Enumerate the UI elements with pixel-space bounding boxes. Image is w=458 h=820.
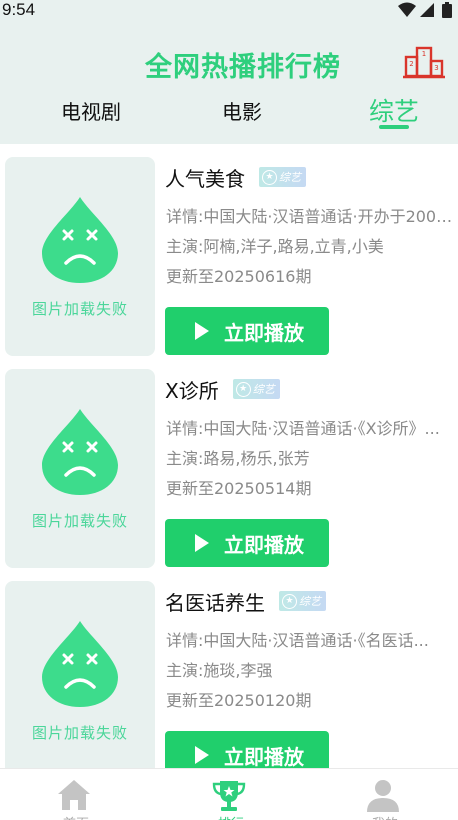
badge-label: 综艺 (299, 595, 321, 608)
svg-text:2: 2 (409, 60, 413, 68)
tab-tv-series[interactable]: 电视剧 (61, 96, 121, 125)
home-icon (58, 780, 90, 810)
play-now-button[interactable]: 立即播放 (165, 731, 329, 768)
category-badge: ★ 综艺 (232, 379, 280, 399)
play-icon (195, 746, 209, 764)
title-row: X诊所 ★ 综艺 (165, 375, 280, 403)
ranking-list[interactable]: 图片加载失败 人气美食 ★ 综艺 详情:中国大陆·汉语普通话·开办于2003..… (0, 144, 458, 768)
signal-icon (420, 3, 434, 17)
trophy-icon (212, 781, 246, 811)
show-details: 详情:中国大陆·汉语普通话·《X诊所》... (166, 419, 440, 438)
user-icon (367, 780, 399, 812)
tab-movies[interactable]: 电影 (222, 96, 262, 125)
nav-ranking[interactable]: 排行 (155, 769, 307, 820)
show-update: 更新至20250120期 (166, 691, 312, 710)
star-icon: ★ (235, 381, 251, 397)
nav-home[interactable]: 首页 (0, 769, 152, 820)
show-details: 详情:中国大陆·汉语普通话·《名医话... (166, 631, 429, 650)
svg-text:3: 3 (434, 64, 438, 72)
broken-image-icon (42, 409, 118, 495)
tab-variety[interactable]: 综艺 (369, 92, 419, 128)
svg-text:1: 1 (422, 50, 426, 58)
poster-error-text: 图片加载失败 (31, 724, 128, 742)
play-button-label: 立即播放 (224, 533, 304, 557)
poster-error-text: 图片加载失败 (31, 300, 128, 318)
active-tab-indicator (379, 125, 409, 129)
header-area: 9:54 全网热播排行榜 1 2 3 电视剧 电影 综艺 (0, 0, 458, 144)
show-cast: 主演:路易,杨乐,张芳 (166, 449, 310, 468)
category-badge: ★ 综艺 (259, 167, 306, 187)
title-row: 名医话养生 ★ 综艺 (165, 587, 326, 615)
list-item[interactable]: 图片加载失败 X诊所 ★ 综艺 详情:中国大陆·汉语普通话·《X诊所》... 主… (0, 356, 458, 568)
badge-label: 综艺 (252, 383, 275, 396)
category-tabs: 电视剧 电影 综艺 (0, 92, 458, 132)
nav-profile[interactable]: 我的 (309, 769, 458, 820)
play-button-label: 立即播放 (224, 321, 304, 345)
app-screen: 9:54 全网热播排行榜 1 2 3 电视剧 电影 综艺 图片加载失败 人气美食… (0, 0, 458, 820)
show-update: 更新至20250514期 (166, 479, 312, 498)
nav-profile-label: 我的 (309, 813, 458, 820)
status-time: 9:54 (2, 0, 36, 19)
show-update: 更新至20250616期 (166, 267, 312, 286)
category-badge: ★ 综艺 (279, 591, 326, 611)
show-details: 详情:中国大陆·汉语普通话·开办于2003... (166, 207, 458, 226)
broken-image-icon (42, 197, 118, 283)
poster-placeholder: 图片加载失败 (5, 157, 155, 356)
play-now-button[interactable]: 立即播放 (165, 307, 329, 355)
poster-placeholder: 图片加载失败 (5, 369, 155, 568)
bottom-navigation: 首页 排行 我的 (0, 768, 458, 820)
nav-home-label: 首页 (0, 813, 152, 820)
nav-ranking-label: 排行 (155, 813, 307, 820)
play-button-label: 立即播放 (224, 745, 304, 768)
page-title: 全网热播排行榜 (145, 52, 341, 83)
show-title[interactable]: X诊所 (165, 375, 219, 404)
badge-label: 综艺 (279, 171, 301, 184)
show-cast: 主演:阿楠,洋子,路易,立青,小美 (166, 237, 384, 256)
broken-image-icon (42, 621, 118, 707)
poster-placeholder: 图片加载失败 (5, 581, 155, 768)
leaderboard-icon[interactable]: 1 2 3 (403, 44, 445, 80)
play-icon (195, 534, 209, 552)
battery-icon (442, 2, 452, 18)
play-icon (195, 322, 209, 340)
play-now-button[interactable]: 立即播放 (165, 519, 329, 567)
status-bar: 9:54 (0, 0, 458, 22)
show-title[interactable]: 人气美食 (165, 163, 245, 192)
show-cast: 主演:施琰,李强 (166, 661, 273, 680)
show-title[interactable]: 名医话养生 (165, 587, 265, 616)
system-icons (398, 2, 452, 18)
star-icon: ★ (282, 593, 297, 609)
poster-error-text: 图片加载失败 (31, 512, 128, 530)
list-item[interactable]: 图片加载失败 名医话养生 ★ 综艺 详情:中国大陆·汉语普通话·《名医话... … (0, 568, 458, 768)
list-item[interactable]: 图片加载失败 人气美食 ★ 综艺 详情:中国大陆·汉语普通话·开办于2003..… (0, 144, 458, 356)
title-row: 人气美食 ★ 综艺 (165, 163, 306, 191)
star-icon: ★ (262, 169, 277, 185)
wifi-icon (398, 2, 416, 17)
